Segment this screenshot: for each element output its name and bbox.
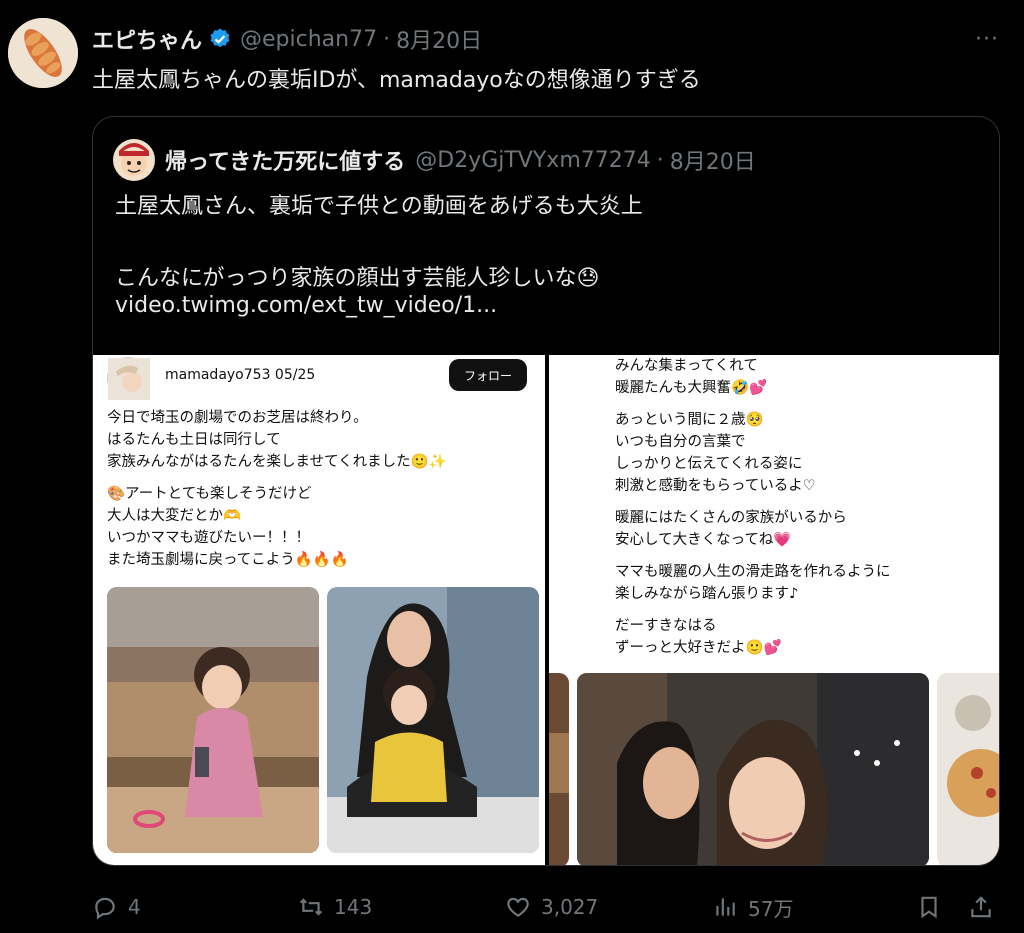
verified-badge-icon: [210, 28, 230, 48]
action-bar: 4 143 3,027 57万: [92, 890, 1002, 924]
quoted-author-avatar[interactable]: [113, 139, 155, 181]
media-image-left[interactable]: mamadayo753 05/25 フォロー 今日で埼玉の劇場でのお芝居は終わり…: [93, 355, 545, 865]
caption-line: また埼玉劇場に戻ってこよう🔥🔥🔥: [107, 552, 349, 568]
tweet-text: 土屋太鳳ちゃんの裏垢IDが、mamadayoなの想像通りすぎる: [92, 68, 701, 93]
caption-line: 🎨アートとても楽しそうだけど: [107, 486, 312, 502]
bookmark-icon: [921, 896, 937, 919]
retweet-icon: [299, 898, 323, 916]
photo-mother-child: [327, 587, 539, 853]
caption-line: だーすきなはる: [615, 618, 717, 634]
caption-line: いつかママも遊びたいー！！！: [107, 530, 310, 546]
reply-count: 4: [128, 895, 141, 919]
caption-line: 刺激と感動をもらっているよ♡: [615, 478, 816, 494]
quoted-tweet[interactable]: 帰ってきた万死に値する @D2yGjTVYxm77274 · 8月20日 土屋太…: [92, 116, 1000, 866]
ig-avatar: [107, 357, 150, 400]
photo-edge-left: [549, 673, 569, 865]
views-count: 57万: [748, 896, 794, 921]
tweet-date[interactable]: 8月20日: [396, 23, 482, 55]
caption-line: みんな集まってくれて: [615, 358, 758, 374]
caption-line: 暖麗にはたくさんの家族がいるから: [615, 510, 847, 526]
caption-line: あっという間に２歳🥺: [615, 412, 764, 428]
quoted-author-handle[interactable]: @D2yGjTVYxm77274: [415, 148, 650, 173]
author-avatar[interactable]: [8, 18, 78, 88]
views-button[interactable]: 57万: [712, 893, 793, 922]
separator-dot: ·: [383, 26, 391, 52]
caption-line: はるたんも土日は同行して: [107, 432, 281, 448]
caption-line: 家族みんながはるたんを楽しませてくれました🙂✨: [107, 454, 447, 470]
quoted-line-1: 土屋太鳳さん、裏垢で子供との動画をあげるも大炎上: [115, 194, 643, 219]
caption-line: しっかりと伝えてくれる姿に: [615, 456, 803, 472]
caption-line: 楽しみながら踏ん張ります♪: [615, 586, 799, 602]
quoted-tweet-header: 帰ってきた万死に値する @D2yGjTVYxm77274 · 8月20日: [113, 139, 756, 181]
retweet-button[interactable]: 143: [298, 894, 372, 920]
media-image-right[interactable]: みんな集まってくれて 暖麗たんも大興奮🤣💕 あっという間に２歳🥺 いつも自分の言…: [549, 355, 999, 865]
ig-username: mamadayo753 05/25: [165, 367, 316, 383]
more-icon: ···: [975, 26, 999, 52]
bookmark-button[interactable]: [916, 894, 952, 920]
separator-dot: ·: [656, 147, 664, 173]
caption-line: いつも自分の言葉で: [615, 434, 746, 450]
author-handle[interactable]: @epichan77: [240, 27, 377, 52]
retweet-count: 143: [334, 895, 373, 919]
caption-line: ママも暖麗の人生の滑走路を作れるように: [615, 564, 891, 580]
caption-line: ずーっと大好きだよ🙂💕: [615, 640, 782, 656]
ig-caption-left: 今日で埼玉の劇場でのお芝居は終わり。 はるたんも土日は同行して 家族みんながはる…: [107, 407, 447, 571]
ig-caption-right: みんな集まってくれて 暖麗たんも大興奮🤣💕 あっという間に２歳🥺 いつも自分の言…: [615, 355, 891, 659]
caption-line: 暖麗たんも大興奮🤣💕: [615, 380, 768, 396]
share-icon: [971, 896, 991, 918]
quoted-tweet-text: 土屋太鳳さん、裏垢で子供との動画をあげるも大炎上 こんなにがっつり家族の顔出す芸…: [115, 189, 643, 297]
reply-button[interactable]: 4: [92, 894, 141, 920]
follow-button[interactable]: フォロー: [449, 359, 527, 391]
more-options-button[interactable]: ···: [970, 24, 1004, 54]
reply-icon: [95, 897, 115, 920]
caption-line: 大人は大変だとか🫶: [107, 508, 242, 524]
photo-child-art: [107, 587, 319, 853]
like-button[interactable]: 3,027: [505, 894, 598, 920]
share-button[interactable]: [968, 894, 1004, 920]
photo-mother-daughter: [577, 673, 929, 865]
caption-line: 今日で埼玉の劇場でのお芝居は終わり。: [107, 410, 368, 426]
caption-line: 安心して大きくなってね💗: [615, 532, 792, 548]
quoted-tweet-link[interactable]: video.twimg.com/ext_tw_video/1...: [115, 293, 497, 318]
photo-pizza: [937, 673, 999, 865]
quoted-line-2: こんなにがっつり家族の顔出す芸能人珍しいな😓: [115, 266, 600, 291]
author-name[interactable]: エピちゃん: [92, 23, 202, 55]
quoted-tweet-date[interactable]: 8月20日: [670, 144, 756, 176]
like-count: 3,027: [541, 895, 599, 919]
views-icon: [716, 898, 735, 916]
tweet-header: エピちゃん @epichan77 · 8月20日 ···: [92, 22, 1004, 56]
quoted-author-name[interactable]: 帰ってきた万死に値する: [165, 144, 405, 176]
heart-icon: [507, 897, 529, 917]
quoted-media[interactable]: mamadayo753 05/25 フォロー 今日で埼玉の劇場でのお芝居は終わり…: [93, 355, 999, 865]
